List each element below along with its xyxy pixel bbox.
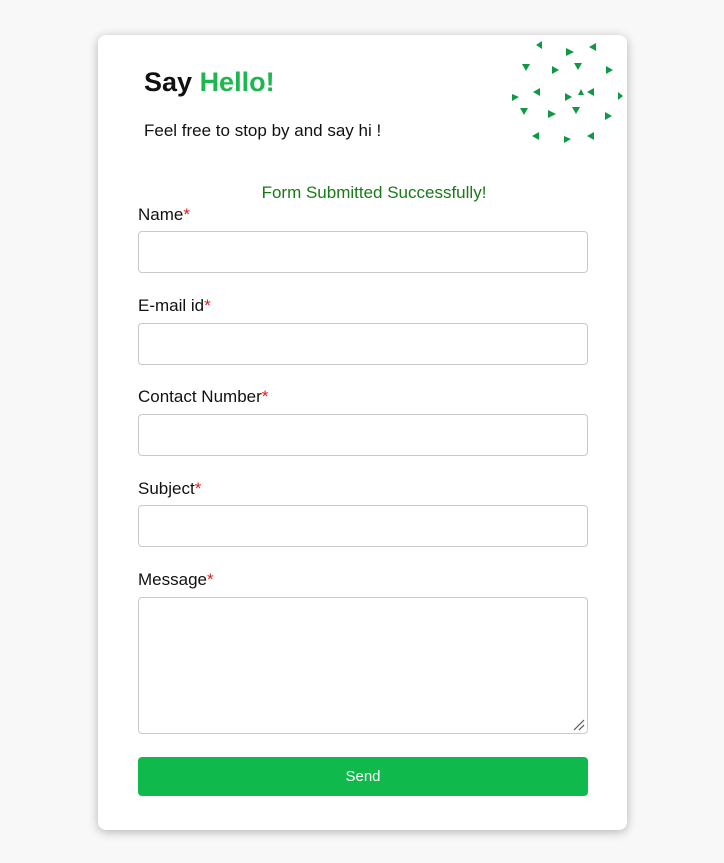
send-button[interactable]: Send bbox=[138, 757, 588, 796]
contact-number-input[interactable] bbox=[138, 414, 588, 456]
success-message: Form Submitted Successfully! bbox=[261, 183, 487, 202]
name-label: Name* bbox=[138, 205, 190, 225]
required-marker: * bbox=[206, 570, 214, 589]
contact-label: Contact Number* bbox=[138, 387, 268, 407]
name-label-text: Name bbox=[138, 205, 184, 224]
resize-grip-icon[interactable] bbox=[573, 719, 585, 731]
message-label-text: Message bbox=[138, 570, 207, 589]
required-marker: * bbox=[204, 296, 211, 315]
heading-accent: Hello! bbox=[199, 67, 275, 97]
message-label: Message* bbox=[138, 570, 214, 590]
contact-label-text: Contact Number bbox=[138, 387, 262, 406]
required-marker: * bbox=[261, 387, 269, 406]
required-marker: * bbox=[194, 479, 202, 498]
email-label: E-mail id* bbox=[138, 296, 211, 316]
heading-prefix: Say bbox=[144, 67, 193, 97]
page-heading: Say Hello! bbox=[144, 67, 275, 98]
tagline: Feel free to stop by and say hi ! bbox=[144, 121, 382, 140]
subject-label: Subject* bbox=[138, 479, 201, 499]
email-input[interactable] bbox=[138, 323, 588, 365]
name-input[interactable] bbox=[138, 231, 588, 273]
required-marker: * bbox=[183, 205, 190, 224]
triangle-pattern-icon bbox=[512, 41, 623, 143]
contact-card: Say Hello! Feel free to stop by and say … bbox=[98, 35, 627, 830]
subject-label-text: Subject bbox=[138, 479, 195, 498]
email-label-text: E-mail id bbox=[138, 296, 205, 315]
message-textarea[interactable] bbox=[138, 597, 588, 734]
subject-input[interactable] bbox=[138, 505, 588, 547]
